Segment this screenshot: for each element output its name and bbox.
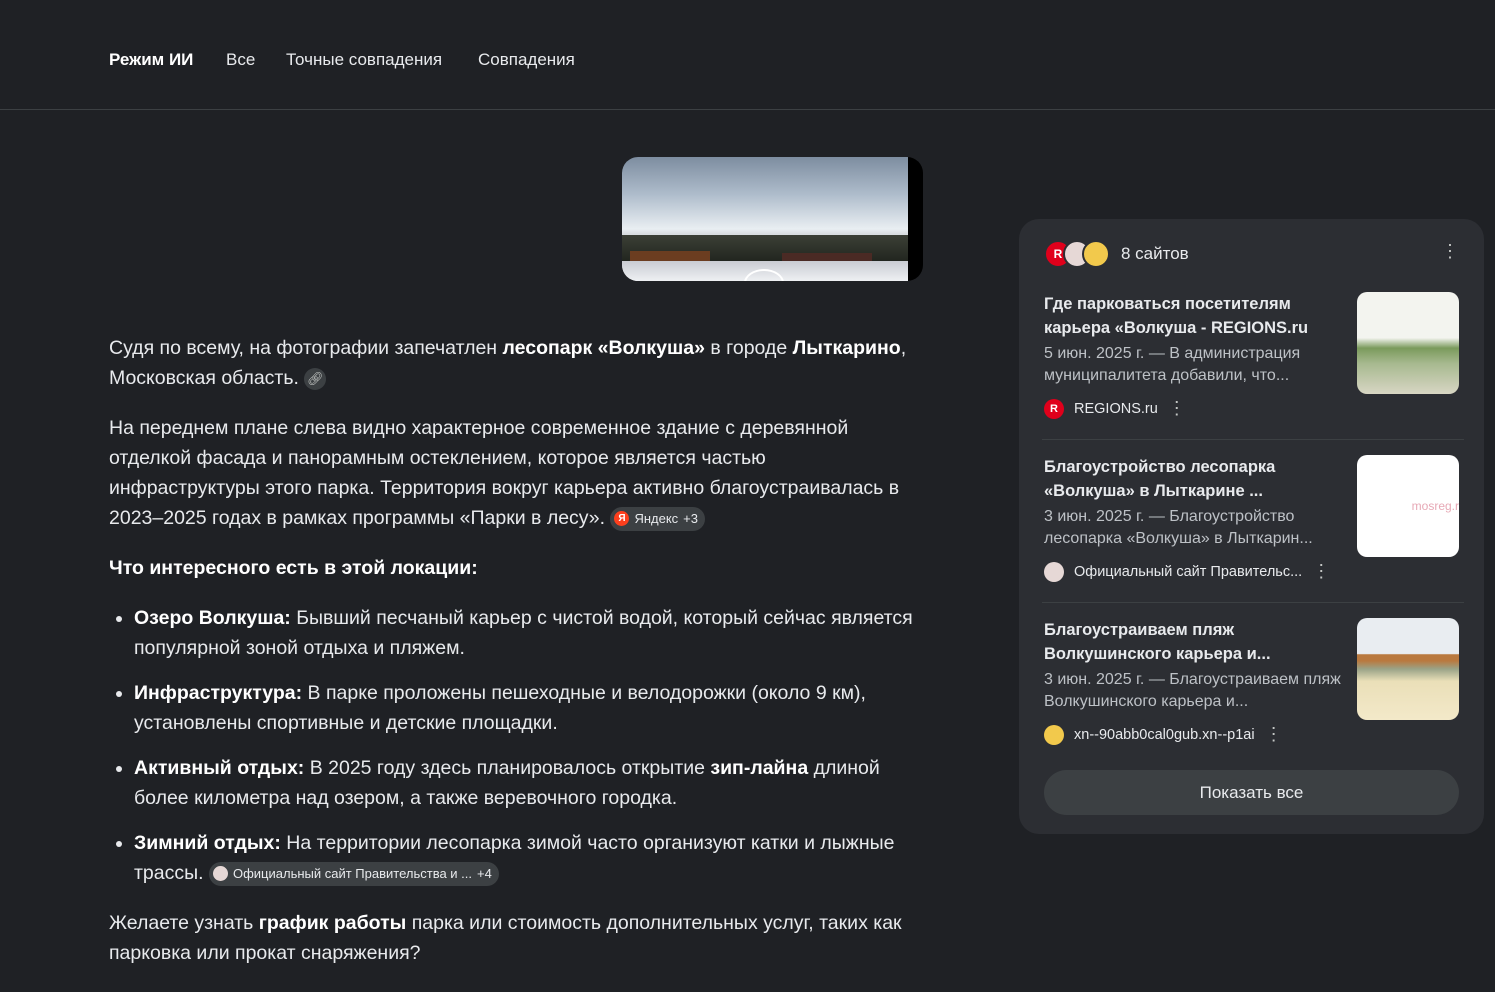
source-site: xn--90abb0cal0gub.xn--p1ai [1074, 726, 1255, 743]
yandex-icon: Я [614, 511, 630, 527]
more-options-icon[interactable]: ⋮ [1168, 398, 1186, 419]
mosreg-icon [212, 866, 228, 882]
more-options-icon[interactable]: ⋮ [1312, 561, 1330, 582]
query-image[interactable] [622, 157, 923, 281]
answer-paragraph-2: На переднем плане слева видно характерно… [109, 417, 900, 531]
mode-tabs: Режим ИИ Все Точные совпадения Совпадени… [0, 0, 1495, 110]
divider [1042, 602, 1464, 603]
more-options-icon[interactable]: ⋮ [1441, 241, 1459, 262]
source-snippet: 3 июн. 2025 г. — Благоустройство лесопар… [1044, 508, 1313, 547]
mosreg-icon [1044, 561, 1064, 582]
closing-question: Желаете узнать график работы парка или с… [109, 912, 902, 964]
tab-exact-matches[interactable]: Точные совпадения [286, 50, 442, 70]
ai-answer: Судя по всему, на фотографии запечатлен … [109, 333, 919, 988]
source-snippet: 3 июн. 2025 г. — Благоустраиваем пляж Во… [1044, 671, 1341, 710]
source-card[interactable]: Благоустройство лесопарка «Волкуша» в Лы… [1044, 455, 1459, 582]
regions-icon: R [1044, 398, 1064, 419]
tab-matches[interactable]: Совпадения [478, 50, 575, 70]
answer-paragraph-1: Судя по всему, на фотографии запечатлен … [109, 337, 907, 390]
sources-panel: R 8 сайтов ⋮ Где парковаться посетителям… [1019, 219, 1484, 834]
source-thumbnail[interactable] [1357, 618, 1459, 720]
source-card[interactable]: Благоустраиваем пляж Волкушинского карье… [1044, 618, 1459, 745]
source-site: REGIONS.ru [1074, 400, 1158, 417]
feature-list: Озеро Волкуша: Бывший песчаный карьер с … [109, 603, 919, 888]
link-icon[interactable]: 🔗︎ [304, 367, 327, 390]
citation-chip-yandex[interactable]: Я Яндекс +3 [610, 506, 705, 531]
divider [1042, 439, 1464, 440]
source-title[interactable]: Где парковаться посетителям карьера «Вол… [1044, 292, 1339, 340]
section-heading: Что интересного есть в этой локации: [109, 557, 478, 579]
tab-ai-mode[interactable]: Режим ИИ [109, 50, 193, 70]
source-card[interactable]: Где парковаться посетителям карьера «Вол… [1044, 292, 1459, 419]
citation-chip-gov[interactable]: Официальный сайт Правительства и ... +4 [208, 861, 499, 886]
source-thumbnail[interactable]: mosreg.r [1357, 455, 1459, 557]
list-item: Активный отдых: В 2025 году здесь планир… [134, 753, 919, 813]
source-title[interactable]: Благоустраиваем пляж Волкушинского карье… [1044, 618, 1339, 666]
list-item: Зимний отдых: На территории лесопарка зи… [134, 828, 919, 888]
more-options-icon[interactable]: ⋮ [1265, 724, 1283, 745]
sources-count: 8 сайтов [1121, 244, 1189, 263]
show-all-button[interactable]: Показать все [1044, 770, 1459, 815]
source-site: Официальный сайт Правительс... [1074, 563, 1303, 580]
list-item: Инфраструктура: В парке проложены пешехо… [134, 678, 919, 738]
query-image-photo [622, 157, 908, 281]
list-item: Озеро Волкуша: Бывший песчаный карьер с … [134, 603, 919, 663]
city-crest-icon [1044, 724, 1064, 745]
city-crest-icon [1082, 240, 1110, 268]
sources-header[interactable]: R 8 сайтов [1044, 240, 1189, 268]
source-title[interactable]: Благоустройство лесопарка «Волкуша» в Лы… [1044, 455, 1339, 503]
tab-all[interactable]: Все [226, 50, 255, 70]
source-thumbnail[interactable] [1357, 292, 1459, 394]
source-snippet: 5 июн. 2025 г. — В администрация муницип… [1044, 345, 1301, 384]
